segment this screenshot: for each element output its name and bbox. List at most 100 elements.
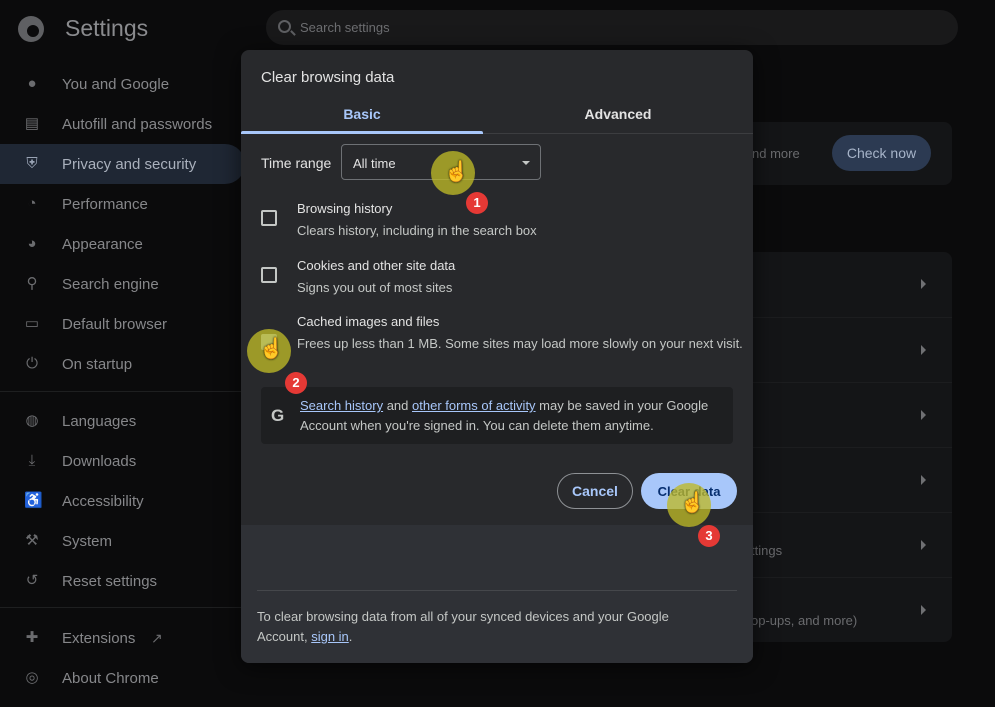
check-now-button[interactable]: Check now xyxy=(832,135,931,171)
sidebar-item-languages[interactable]: ◍ Languages xyxy=(0,401,245,441)
cancel-button[interactable]: Cancel xyxy=(557,473,633,509)
google-g-icon: G xyxy=(271,406,285,425)
time-range-value: All time xyxy=(353,156,396,171)
chevron-right-icon xyxy=(921,475,926,485)
sidebar-item-extensions[interactable]: ✚ Extensions ↗ xyxy=(0,618,245,658)
sidebar-item-default-browser[interactable]: ▭ Default browser xyxy=(0,304,245,344)
sidebar-item-label: Extensions xyxy=(62,629,136,647)
sign-in-link[interactable]: sign in xyxy=(311,629,349,644)
sidebar-item-system[interactable]: ⚒ System xyxy=(0,521,245,561)
footer-text-segment: . xyxy=(348,629,353,644)
external-link-icon: ↗ xyxy=(151,629,163,646)
sidebar-item-reset-settings[interactable]: ↺ Reset settings xyxy=(0,561,245,601)
sidebar-item-label: On startup xyxy=(62,355,133,373)
notice-text: Search history and other forms of activi… xyxy=(300,396,725,436)
hand-cursor-icon: ☝ xyxy=(680,492,705,514)
chevron-right-icon xyxy=(921,605,926,615)
search-icon xyxy=(278,20,291,33)
chevron-right-icon xyxy=(921,540,926,550)
sidebar-item-label: Downloads xyxy=(62,452,137,470)
speedometer-icon: ◔ xyxy=(27,195,37,212)
sidebar-item-search-engine[interactable]: ⚲ Search engine xyxy=(0,264,245,304)
option-title: Cookies and other site data xyxy=(297,258,456,273)
reset-icon: ↺ xyxy=(25,572,39,589)
shield-icon: ⛨ xyxy=(26,155,38,172)
sidebar-item-label: Languages xyxy=(62,412,137,430)
wrench-icon: ⚒ xyxy=(25,532,39,549)
notice-text-segment: and xyxy=(383,398,413,413)
option-description: Signs you out of most sites xyxy=(297,280,453,295)
chevron-right-icon xyxy=(921,345,926,355)
sidebar-divider xyxy=(0,607,245,608)
active-tab-indicator xyxy=(241,131,483,134)
sidebar-item-appearance[interactable]: ◕ Appearance xyxy=(0,224,245,264)
tab-basic[interactable]: Basic xyxy=(241,94,483,134)
clipboard-icon: ▤ xyxy=(24,115,40,132)
sidebar-item-label: Accessibility xyxy=(62,492,144,510)
sidebar-item-you-and-google[interactable]: ● You and Google xyxy=(0,64,245,104)
search-history-link[interactable]: Search history xyxy=(300,398,383,413)
sidebar-item-label: Reset settings xyxy=(62,572,158,590)
tab-advanced[interactable]: Advanced xyxy=(497,94,739,134)
search-input[interactable] xyxy=(300,10,900,45)
search-bar[interactable] xyxy=(266,10,958,45)
browser-window-icon: ▭ xyxy=(24,315,40,332)
puzzle-icon: ✚ xyxy=(25,629,39,646)
app-title: Settings xyxy=(65,15,149,41)
google-account-notice: G Search history and other forms of acti… xyxy=(261,387,733,444)
option-description: Frees up less than 1 MB. Some sites may … xyxy=(297,336,743,351)
sidebar-item-label: Privacy and security xyxy=(62,155,197,173)
sidebar-item-about-chrome[interactable]: ◎ About Chrome xyxy=(0,658,245,698)
tab-label: Basic xyxy=(343,106,381,122)
download-icon: ⤓ xyxy=(28,452,36,469)
row-subtitle: op-ups, and more) xyxy=(751,613,858,628)
option-description: Clears history, including in the search … xyxy=(297,223,537,238)
chrome-icon: ◎ xyxy=(25,669,39,686)
sidebar-item-label: Performance xyxy=(62,195,148,213)
browsing-history-checkbox[interactable] xyxy=(261,210,277,226)
globe-icon: ◍ xyxy=(25,412,39,429)
dropdown-arrow-icon xyxy=(522,161,530,165)
sidebar-item-privacy[interactable]: ⛨ Privacy and security xyxy=(0,144,245,184)
time-range-label: Time range xyxy=(261,155,332,171)
chrome-logo-icon xyxy=(18,16,44,42)
sidebar-item-label: Default browser xyxy=(62,315,168,333)
footer-divider xyxy=(257,590,737,591)
sidebar-item-label: Search engine xyxy=(62,275,159,293)
hand-cursor-icon: ☝ xyxy=(444,161,469,183)
accessibility-icon: ♿ xyxy=(24,492,43,509)
row-subtitle: ttings xyxy=(751,543,783,558)
sidebar-item-on-startup[interactable]: ⏻ On startup xyxy=(0,344,245,384)
sidebar-item-label: Autofill and passwords xyxy=(62,115,213,133)
clear-browsing-data-dialog: Clear browsing data Basic Advanced Time … xyxy=(241,50,753,663)
sidebar-divider xyxy=(0,391,245,392)
sidebar-item-label: System xyxy=(62,532,113,550)
cookies-checkbox[interactable] xyxy=(261,267,277,283)
step-badge: 3 xyxy=(698,525,720,547)
chevron-right-icon xyxy=(921,410,926,420)
option-title: Cached images and files xyxy=(297,314,440,329)
dialog-title: Clear browsing data xyxy=(261,69,395,86)
sidebar-item-accessibility[interactable]: ♿ Accessibility xyxy=(0,481,245,521)
tab-label: Advanced xyxy=(584,106,652,122)
step-badge: 2 xyxy=(285,372,307,394)
footer-text: To clear browsing data from all of your … xyxy=(257,607,717,647)
sidebar-item-label: You and Google xyxy=(62,75,170,93)
learn-more-text[interactable]: nd more xyxy=(752,146,800,161)
sidebar-item-autofill[interactable]: ▤ Autofill and passwords xyxy=(0,104,245,144)
option-title: Browsing history xyxy=(297,201,393,216)
sidebar-item-performance[interactable]: ◔ Performance xyxy=(0,184,245,224)
sidebar-item-label: About Chrome xyxy=(62,669,159,687)
search-icon: ⚲ xyxy=(26,275,38,292)
tab-bar: Basic Advanced xyxy=(241,94,753,134)
sidebar-item-downloads[interactable]: ⤓ Downloads xyxy=(0,441,245,481)
hand-cursor-icon: ☝ xyxy=(259,338,284,360)
step-badge: 1 xyxy=(466,192,488,214)
sidebar-item-label: Appearance xyxy=(62,235,143,253)
person-icon: ● xyxy=(27,75,37,92)
chevron-right-icon xyxy=(921,279,926,289)
sync-footer-section: To clear browsing data from all of your … xyxy=(241,525,753,663)
power-icon: ⏻ xyxy=(26,355,38,372)
palette-icon: ◕ xyxy=(27,235,37,252)
other-activity-link[interactable]: other forms of activity xyxy=(412,398,536,413)
